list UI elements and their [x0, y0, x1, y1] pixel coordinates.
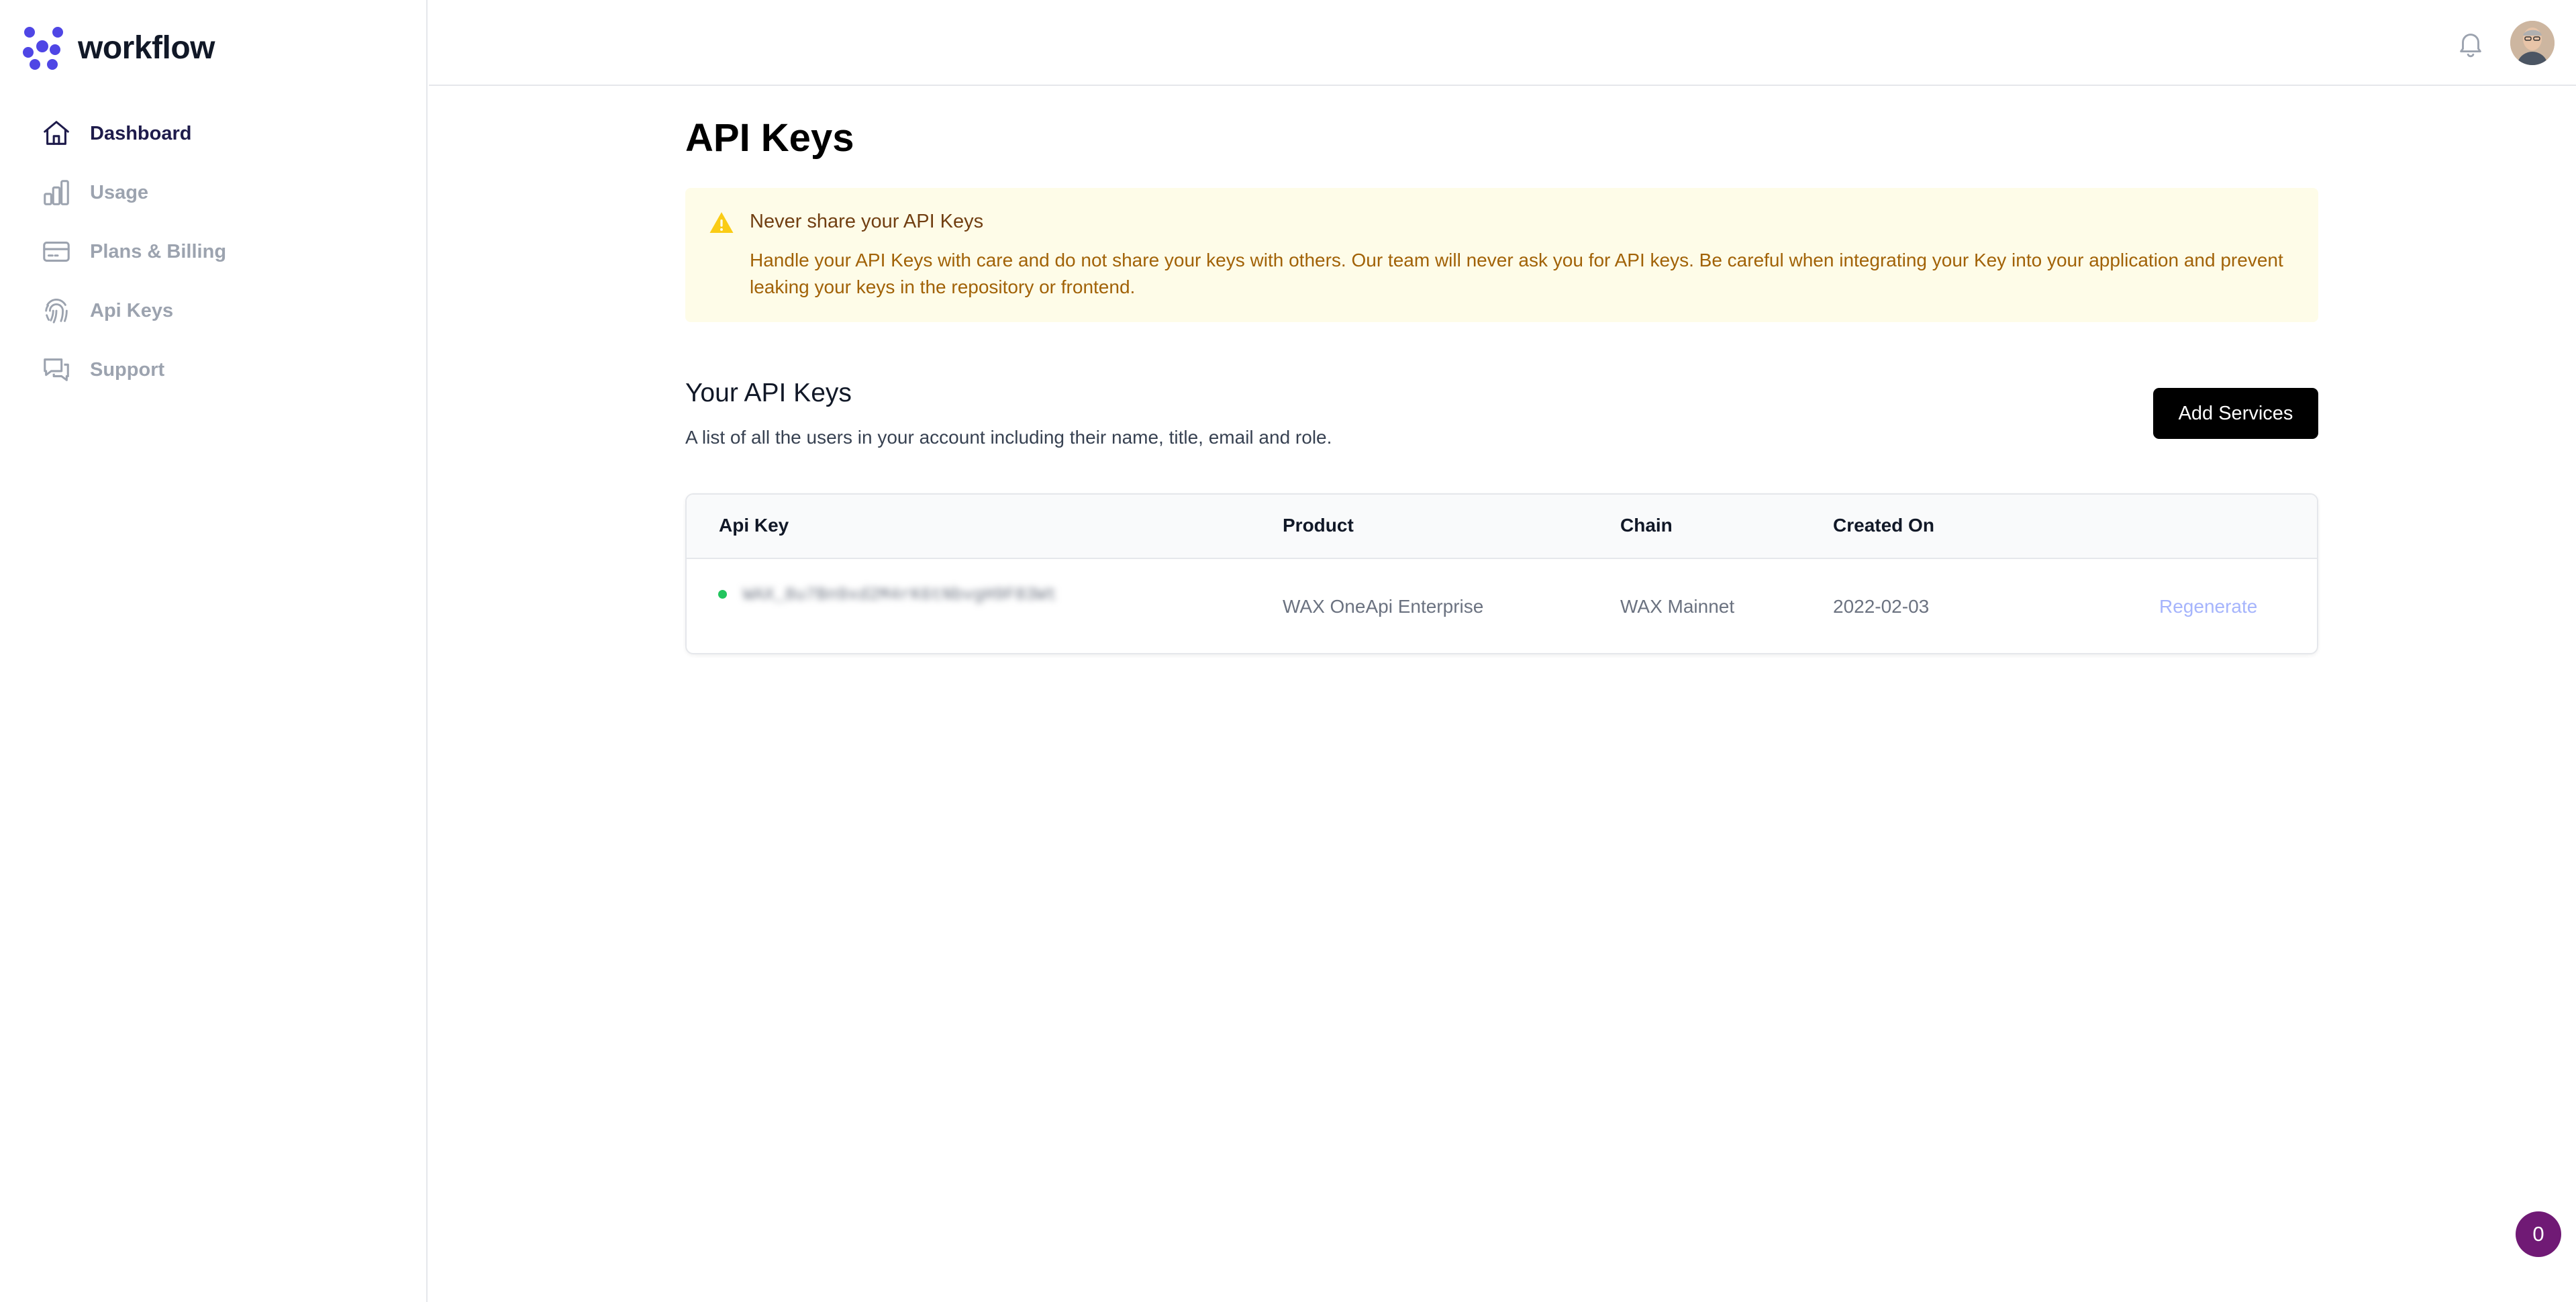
sidebar-item-support[interactable]: Support [40, 340, 416, 399]
sidebar: workflow Dashboard Usage Plans & Billing… [0, 0, 428, 1302]
page-title: API Keys [685, 116, 854, 160]
table-header: Api Key Product Chain Created On [687, 495, 2317, 559]
column-header-product: Product [1283, 515, 1354, 536]
bar-chart-icon [40, 177, 72, 209]
user-avatar-image [2510, 21, 2555, 65]
column-header-api-key: Api Key [719, 515, 789, 536]
column-header-chain: Chain [1620, 515, 1673, 536]
regenerate-link[interactable]: Regenerate [2159, 596, 2257, 617]
sidebar-item-label: Plans & Billing [90, 240, 227, 262]
chat-widget-button[interactable]: 0 [2516, 1211, 2561, 1257]
warning-alert: Never share your API Keys Handle your AP… [685, 188, 2318, 322]
app-name: workflow [78, 30, 215, 66]
sidebar-item-usage[interactable]: Usage [40, 163, 416, 222]
section-description: A list of all the users in your account … [685, 427, 1332, 448]
created-on-cell: 2022-02-03 [1833, 596, 1930, 617]
section-title: Your API Keys [685, 379, 852, 407]
chain-cell: WAX Mainnet [1620, 596, 1735, 617]
status-active-dot [718, 590, 727, 599]
brand[interactable]: workflow [20, 24, 215, 71]
credit-card-icon [40, 236, 72, 268]
home-icon [40, 117, 72, 150]
add-services-button[interactable]: Add Services [2153, 388, 2318, 439]
avatar[interactable] [2510, 21, 2555, 65]
table-row: WAX_8u7Bn9xd2M4rK6tNbvgH9F83Wt WAX OneAp… [687, 560, 2317, 653]
sidebar-nav: Dashboard Usage Plans & Billing Api Keys… [40, 104, 416, 399]
api-key-value[interactable]: WAX_8u7Bn9xd2M4rK6tNbvgH9F83Wt [743, 585, 1057, 605]
fingerprint-icon [40, 295, 72, 327]
sidebar-item-dashboard[interactable]: Dashboard [40, 104, 416, 163]
sidebar-item-label: Support [90, 358, 165, 381]
chat-bubbles-icon [40, 354, 72, 386]
warning-icon [709, 212, 734, 233]
sidebar-item-label: Api Keys [90, 299, 174, 321]
sidebar-item-label: Usage [90, 181, 149, 203]
sidebar-item-api-keys[interactable]: Api Keys [40, 281, 416, 340]
product-cell: WAX OneApi Enterprise [1283, 596, 1484, 617]
api-keys-table: Api Key Product Chain Created On WAX_8u7… [685, 493, 2318, 654]
top-bar [429, 0, 2576, 86]
alert-body: Handle your API Keys with care and do no… [750, 250, 2283, 297]
column-header-created-on: Created On [1833, 515, 1934, 536]
workflow-logo-icon [23, 27, 63, 70]
bell-icon[interactable] [2455, 28, 2486, 59]
alert-title: Never share your API Keys [750, 211, 984, 232]
sidebar-item-plans-billing[interactable]: Plans & Billing [40, 222, 416, 281]
sidebar-item-label: Dashboard [90, 122, 192, 144]
